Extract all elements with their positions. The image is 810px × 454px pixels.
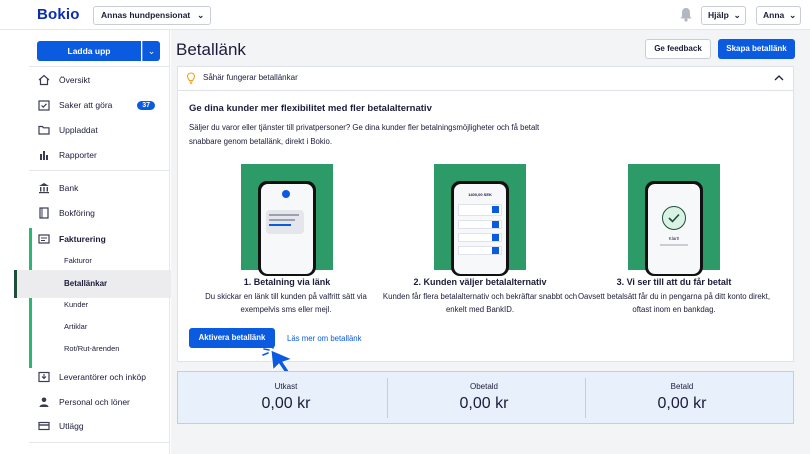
step-3-illustration: Klart!: [628, 164, 720, 276]
sidebar-item-fakturering[interactable]: Fakturering: [29, 227, 169, 251]
sidebar-item-label: Personal och löner: [59, 397, 130, 407]
phone-status: Klart!: [668, 236, 680, 241]
help-label: Hjälp: [708, 10, 729, 20]
sidebar-item-utlagg[interactable]: Utlägg: [29, 414, 169, 438]
stat-label: Utkast: [274, 382, 298, 391]
home-icon: [38, 74, 50, 86]
phone-illustration: [258, 181, 316, 276]
user-label: Anna: [763, 10, 785, 20]
step-3-text: Oavsett betalsätt får du in pengarna på …: [577, 292, 770, 314]
sidebar-item-label: Saker att göra: [59, 100, 113, 110]
bank-icon: [38, 182, 50, 194]
phone-illustration: 1400,00 SEK: [451, 181, 509, 276]
chevron-down-icon: ⌄: [197, 10, 205, 20]
feedback-button[interactable]: Ge feedback: [645, 39, 711, 59]
folder-icon: [38, 124, 50, 136]
sidebar-item-bokforing[interactable]: Bokföring: [29, 201, 169, 225]
step-2-text: Kunden får flera betalalternativ och bek…: [382, 292, 578, 314]
stat-utkast: Utkast 0,00 kr: [188, 371, 384, 424]
sidebar-item-oversikt[interactable]: Översikt: [29, 68, 169, 92]
bar-chart-icon: [38, 149, 50, 161]
sidebar-item-uppladdat[interactable]: Uppladdat: [29, 118, 169, 142]
help-dropdown[interactable]: Hjälp ⌄: [701, 6, 746, 25]
sidebar-divider: [29, 170, 169, 171]
book-icon: [38, 207, 50, 219]
sidebar-item-rapporter[interactable]: Rapporter: [29, 143, 169, 167]
phone-amount: 1400,00 SEK: [468, 192, 492, 197]
phone-illustration: Klart!: [645, 181, 703, 276]
step-1-title: 1. Betalning via länk: [243, 277, 331, 287]
stat-value: 0,00 kr: [459, 395, 509, 412]
chevron-down-icon: ⌄: [789, 10, 797, 20]
company-selector[interactable]: Annas hundpensionat ⌄: [93, 6, 212, 25]
step-1-text: Du skickar en länk till kunden på valfri…: [205, 292, 367, 314]
person-icon: [38, 396, 50, 408]
sidebar-item-label: Fakturering: [59, 234, 106, 244]
sidebar-item-personal[interactable]: Personal och löner: [29, 390, 169, 414]
stat-betald: Betald 0,00 kr: [584, 371, 780, 424]
bokio-logo[interactable]: Bokio: [37, 6, 80, 23]
lightbulb-icon: [186, 72, 196, 84]
sidebar-subitem-fakturor[interactable]: Fakturor: [29, 250, 169, 272]
sidebar-item-label: Uppladdat: [59, 125, 98, 135]
step-2-title: 2. Kunden väljer betalalternativ: [413, 277, 547, 287]
sidebar-item-bank[interactable]: Bank: [29, 176, 169, 200]
invoice-icon: [38, 233, 50, 245]
info-card-header-title: Såhär fungerar betallänkar: [203, 73, 298, 82]
calendar-check-icon: [38, 99, 50, 111]
sidebar-divider: [29, 66, 169, 67]
chevron-down-icon: ⌄: [147, 46, 156, 56]
sidebar-subitem-rot-rut[interactable]: Rot/Rut-ärenden: [29, 338, 169, 360]
todo-count-badge: 37: [137, 100, 155, 110]
info-card-title: Ge dina kunder mer flexibilitet med fler…: [189, 103, 432, 114]
sidebar-item-label: Leverantörer och inköp: [59, 372, 146, 382]
upload-options-button[interactable]: ⌄: [142, 41, 160, 61]
card-icon: [38, 420, 50, 432]
step-1-illustration: [241, 164, 333, 276]
sidebar-subitem-betallankar[interactable]: Betallänkar: [29, 273, 169, 295]
sidebar-divider: [29, 442, 169, 443]
sidebar-item-label: Bokföring: [59, 208, 95, 218]
stat-label: Betald: [670, 382, 694, 391]
inbox-icon: [38, 371, 50, 383]
chevron-down-icon: ⌄: [733, 10, 741, 20]
checkmark-icon: [668, 213, 680, 223]
stat-value: 0,00 kr: [261, 395, 311, 412]
sidebar-subitem-artiklar[interactable]: Artiklar: [29, 316, 169, 338]
sidebar-item-label: Rapporter: [59, 150, 97, 160]
upload-button[interactable]: Ladda upp: [37, 41, 141, 61]
stat-value: 0,00 kr: [657, 395, 707, 412]
company-name: Annas hundpensionat: [101, 10, 191, 20]
user-dropdown[interactable]: Anna ⌄: [756, 6, 802, 25]
sidebar-item-leverantorer[interactable]: Leverantörer och inköp: [29, 365, 169, 389]
info-card-description: Säljer du varor eller tjänster till priv…: [189, 123, 540, 146]
page-title: Betallänk: [176, 40, 246, 59]
chevron-up-icon[interactable]: [774, 74, 784, 82]
stat-label: Obetald: [469, 382, 499, 391]
step-3-title: 3. Vi ser till att du får betalt: [616, 277, 732, 287]
bell-icon[interactable]: [679, 7, 693, 22]
step-2-illustration: 1400,00 SEK: [434, 164, 526, 276]
sidebar-item-label: Bank: [59, 183, 79, 193]
stat-obetald: Obetald 0,00 kr: [386, 371, 582, 424]
create-payment-link-button[interactable]: Skapa betallänk: [718, 39, 795, 59]
sidebar-subitem-kunder[interactable]: Kunder: [29, 294, 169, 316]
sidebar-item-label: Översikt: [59, 75, 91, 85]
sidebar-item-saker-att-gora[interactable]: Saker att göra 37: [29, 93, 169, 117]
sidebar-item-label: Utlägg: [59, 421, 84, 431]
